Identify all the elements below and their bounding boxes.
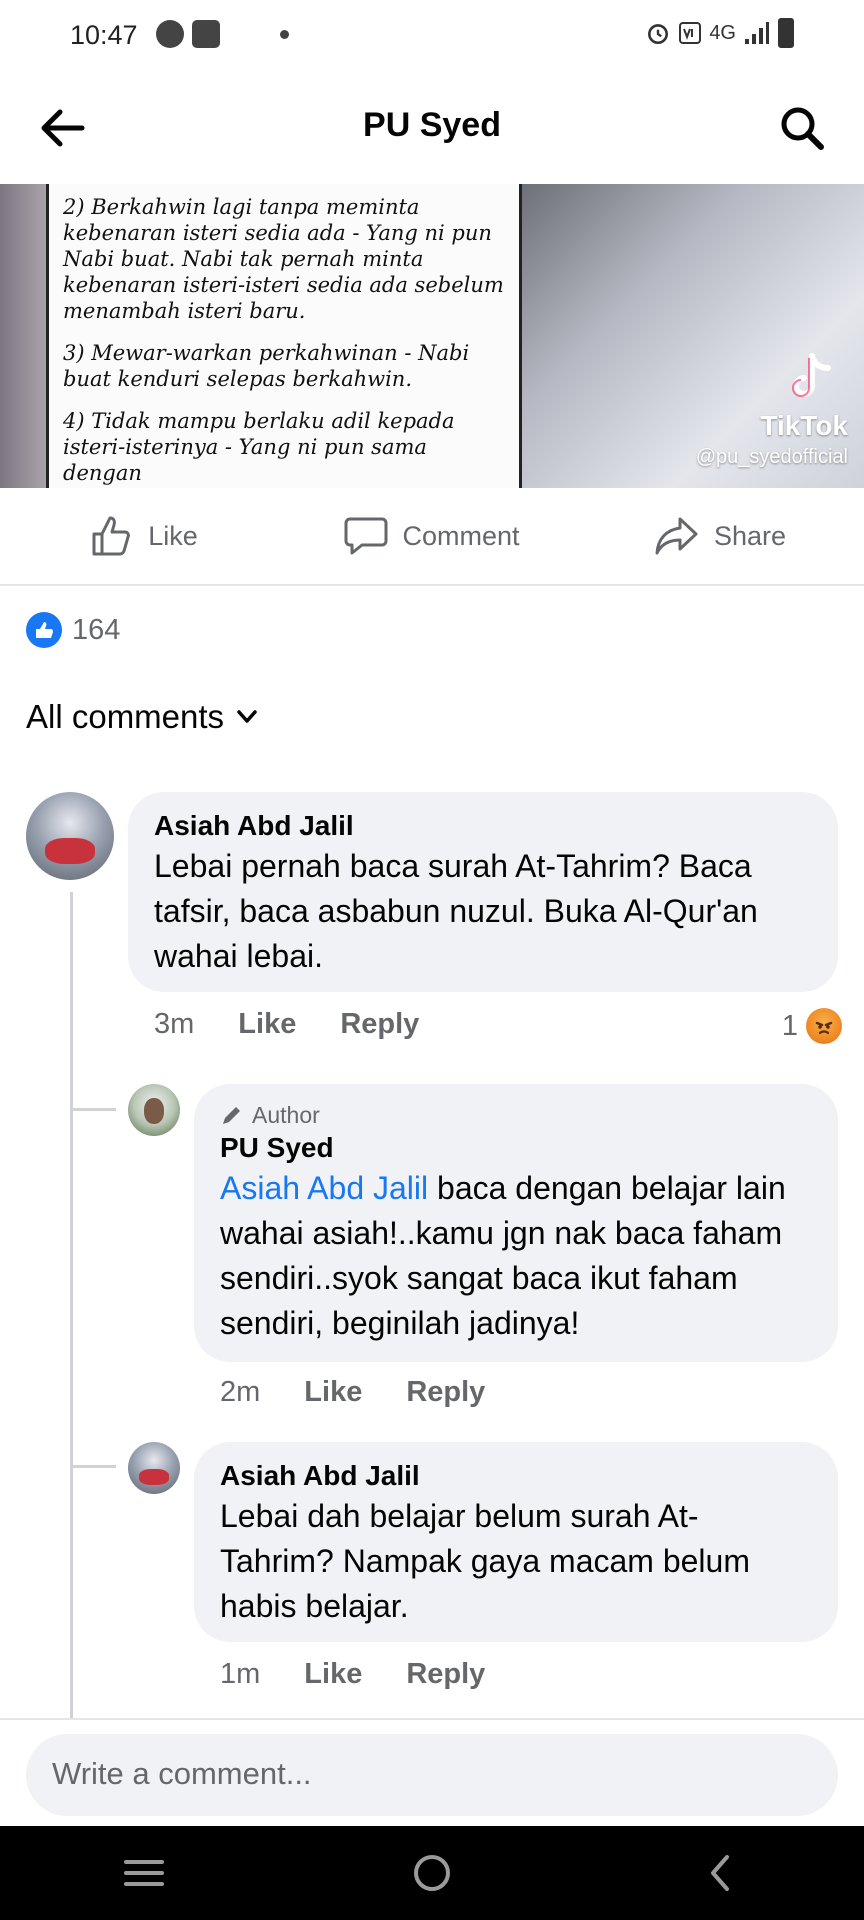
comment-time: 3m xyxy=(154,1008,195,1040)
chevron-left-icon xyxy=(711,1855,729,1891)
menu-icon xyxy=(124,1860,164,1886)
comment-text: Asiah Abd Jalil baca dengan belajar lain… xyxy=(220,1166,812,1346)
comments-filter-label: All comments xyxy=(26,698,225,735)
avatar[interactable] xyxy=(26,792,114,880)
comment-reply-button[interactable]: Reply xyxy=(340,1008,419,1041)
search-icon xyxy=(781,107,824,150)
notification-icon xyxy=(156,20,184,48)
avatar[interactable] xyxy=(128,1442,180,1494)
mention-link[interactable]: Asiah Abd Jalil xyxy=(220,1170,428,1206)
thread-branch xyxy=(70,1108,116,1111)
status-bar: 10:47 4G xyxy=(0,0,864,72)
comment-button[interactable]: Comment xyxy=(288,488,576,584)
reply-bubble: Author PU Syed Asiah Abd Jalil baca deng… xyxy=(194,1084,838,1362)
post-video[interactable]: 2) Berkahwin lagi tanpa meminta kebenara… xyxy=(0,184,864,488)
angry-reaction-icon xyxy=(806,1008,842,1044)
comment-reply-button[interactable]: Reply xyxy=(406,1658,485,1691)
note-point-3: 3) Mewar-warkan perkahwinan - Nabi buat … xyxy=(63,341,470,391)
app-header: PU Syed xyxy=(0,72,864,184)
status-time: 10:47 xyxy=(70,20,138,50)
reactions-summary[interactable]: 164 xyxy=(26,612,120,648)
post-action-bar: Like Comment Share xyxy=(0,488,864,586)
comment-like-button[interactable]: Like xyxy=(238,1008,296,1041)
comment-meta: 2m Like Reply xyxy=(220,1376,485,1409)
notification-icons xyxy=(156,20,289,48)
comment-time: 1m xyxy=(220,1658,261,1690)
battery-icon xyxy=(778,18,794,48)
inbox-icon xyxy=(192,20,220,48)
thread-branch xyxy=(70,1465,116,1468)
comment-reaction-count: 1 xyxy=(781,1009,798,1042)
comment-text: Lebai pernah baca surah At-Tahrim? Baca … xyxy=(154,848,758,974)
recent-apps-button[interactable] xyxy=(104,1843,184,1903)
note-point-2: 2) Berkahwin lagi tanpa meminta kebenara… xyxy=(63,195,504,323)
tiktok-logo-icon xyxy=(792,353,831,397)
comment-author-name[interactable]: Asiah Abd Jalil xyxy=(220,1458,812,1494)
comment-reply-button[interactable]: Reply xyxy=(406,1376,485,1409)
share-label: Share xyxy=(713,520,787,551)
video-left-edge xyxy=(0,184,46,488)
signal-icon xyxy=(745,22,769,44)
avatar[interactable] xyxy=(128,1084,180,1136)
comment-like-button[interactable]: Like xyxy=(304,1658,362,1691)
share-icon xyxy=(655,517,698,555)
chevron-down-icon xyxy=(237,710,257,723)
comment-author-name[interactable]: Asiah Abd Jalil xyxy=(154,808,812,844)
comment-meta: 3m Like Reply xyxy=(154,1008,419,1041)
tiktok-watermark: TikTok xyxy=(760,410,848,441)
reply-bubble: Asiah Abd Jalil Lebai dah belajar belum … xyxy=(194,1442,838,1642)
comments-filter-dropdown[interactable]: All comments xyxy=(26,698,258,736)
comment-reactions[interactable]: 1 xyxy=(782,1008,842,1044)
home-circle-icon xyxy=(414,1855,450,1891)
like-label: Like xyxy=(148,520,198,551)
note-point-4: 4) Tidak mampu berlaku adil kepada ister… xyxy=(63,409,455,485)
like-reaction-icon xyxy=(26,612,62,648)
reaction-count: 164 xyxy=(72,613,121,646)
alarm-icon xyxy=(648,24,669,45)
comment-composer-bar: Write a comment... xyxy=(0,1718,864,1826)
video-text-note: 2) Berkahwin lagi tanpa meminta kebenara… xyxy=(46,184,522,488)
thread-connector xyxy=(70,892,73,1720)
search-button[interactable] xyxy=(774,100,830,156)
comment-like-button[interactable]: Like xyxy=(304,1376,362,1409)
tiktok-handle: @pu_syedofficial xyxy=(695,446,848,468)
comment-author-name[interactable]: PU Syed xyxy=(220,1130,812,1166)
author-badge-label: Author xyxy=(252,1102,320,1128)
comment-text: Lebai dah belajar belum surah At-Tahrim?… xyxy=(220,1498,750,1624)
thumbs-up-icon xyxy=(92,516,131,556)
system-back-button[interactable] xyxy=(680,1843,760,1903)
network-type: 4G xyxy=(709,21,736,44)
video-background xyxy=(522,184,864,488)
share-button[interactable]: Share xyxy=(576,488,864,584)
page-title: PU Syed xyxy=(363,106,501,144)
comment-label: Comment xyxy=(402,520,520,551)
volte-icon xyxy=(679,22,702,44)
system-nav-bar xyxy=(0,1826,864,1920)
system-indicators: 4G xyxy=(645,18,794,48)
home-button[interactable] xyxy=(392,1843,472,1903)
comment-icon xyxy=(344,517,388,555)
more-notifications-dot-icon xyxy=(280,29,289,39)
comment-meta: 1m Like Reply xyxy=(220,1658,485,1691)
comment-input[interactable]: Write a comment... xyxy=(26,1734,838,1816)
pencil-icon xyxy=(223,1107,240,1124)
like-button[interactable]: Like xyxy=(0,488,288,584)
comment-bubble: Asiah Abd Jalil Lebai pernah baca surah … xyxy=(128,792,838,992)
author-badge: Author xyxy=(220,1100,812,1130)
comment-time: 2m xyxy=(220,1376,261,1408)
